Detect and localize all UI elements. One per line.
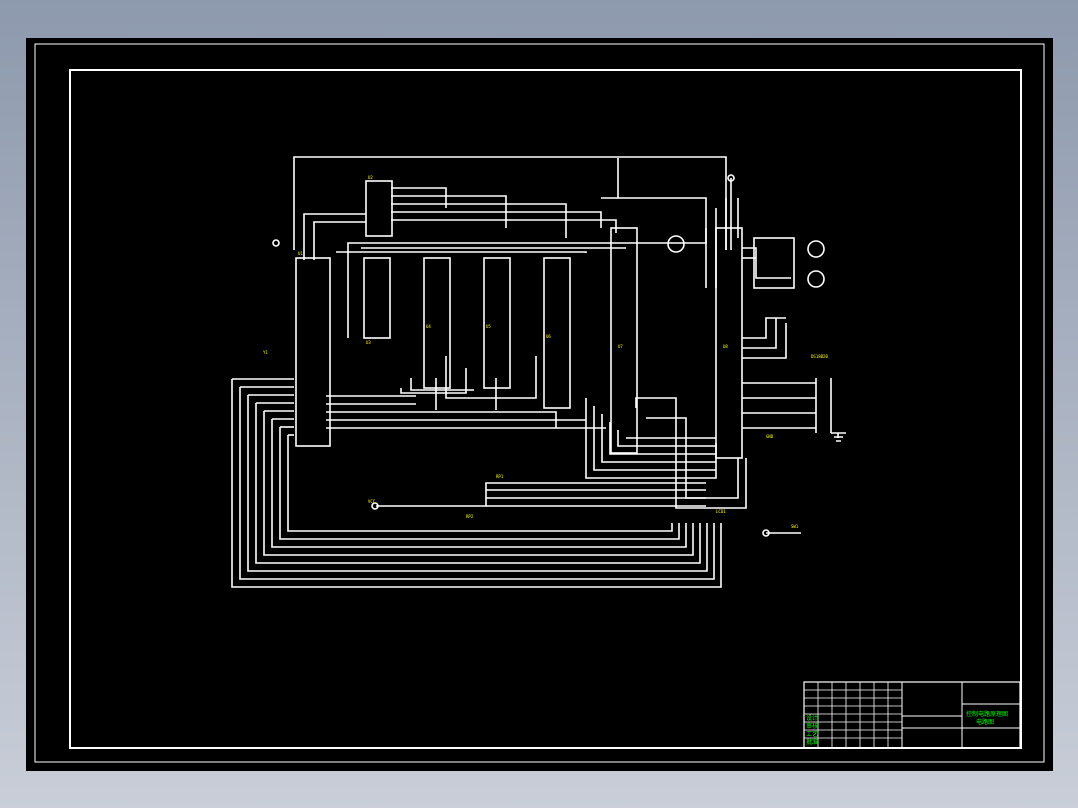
outer-frame bbox=[34, 43, 1045, 763]
title-block-row-4: 批准 bbox=[806, 738, 818, 746]
label-u4: U4 bbox=[426, 324, 431, 329]
antenna-terminal-icon bbox=[272, 239, 280, 247]
ic-packages bbox=[295, 180, 795, 459]
relay-block bbox=[753, 237, 795, 289]
label-sw: SW1 bbox=[791, 524, 799, 529]
label-u3: U3 bbox=[366, 340, 371, 345]
title-block: 设计 审核 工艺 批准 控制电路原理图 电路图 bbox=[803, 681, 1021, 749]
ic-u6 bbox=[543, 257, 571, 409]
label-rp1: RP1 bbox=[496, 474, 504, 479]
ic-u1 bbox=[295, 257, 331, 447]
schematic-wires bbox=[231, 156, 839, 588]
buzzer-icon bbox=[667, 235, 685, 253]
ic-u3 bbox=[363, 257, 391, 339]
label-lcd: LCD1 bbox=[716, 509, 726, 514]
label-u8: U8 bbox=[723, 344, 728, 349]
label-gnd: GND bbox=[766, 434, 774, 439]
ic-u7 bbox=[610, 227, 638, 454]
label-vcc: VCC bbox=[368, 499, 376, 504]
component-labels: U1 U2 U3 U4 U5 U6 U7 U8 RP1 RP2 LCD1 DS1… bbox=[263, 175, 828, 529]
title-block-row-3: 工艺 bbox=[806, 730, 818, 738]
ic-u2 bbox=[365, 180, 393, 237]
label-u7: U7 bbox=[618, 344, 623, 349]
title-block-row-2: 审核 bbox=[806, 722, 818, 730]
cad-viewer[interactable]: U1 U2 U3 U4 U5 U6 U7 U8 RP1 RP2 LCD1 DS1… bbox=[26, 38, 1053, 771]
label-u5: U5 bbox=[486, 324, 491, 329]
drawing-border bbox=[69, 69, 1022, 749]
schematic-canvas: U1 U2 U3 U4 U5 U6 U7 U8 RP1 RP2 LCD1 DS1… bbox=[34, 43, 1045, 763]
label-ds18b20: DS18B20 bbox=[811, 354, 828, 359]
drawing-name: 控制电路原理图 bbox=[966, 710, 1008, 718]
label-u2: U2 bbox=[368, 175, 373, 180]
ic-u5 bbox=[483, 257, 511, 389]
lamp-1-icon bbox=[807, 240, 825, 258]
ic-u8-mcu bbox=[715, 227, 743, 459]
lamp-2-icon bbox=[807, 270, 825, 288]
label-rp2: RP2 bbox=[466, 514, 474, 519]
label-u1: U1 bbox=[298, 251, 303, 256]
title-block-row-1: 设计 bbox=[806, 714, 818, 722]
label-y1: Y1 bbox=[263, 350, 268, 355]
sheet-name: 电路图 bbox=[976, 718, 994, 726]
label-u6: U6 bbox=[546, 334, 551, 339]
